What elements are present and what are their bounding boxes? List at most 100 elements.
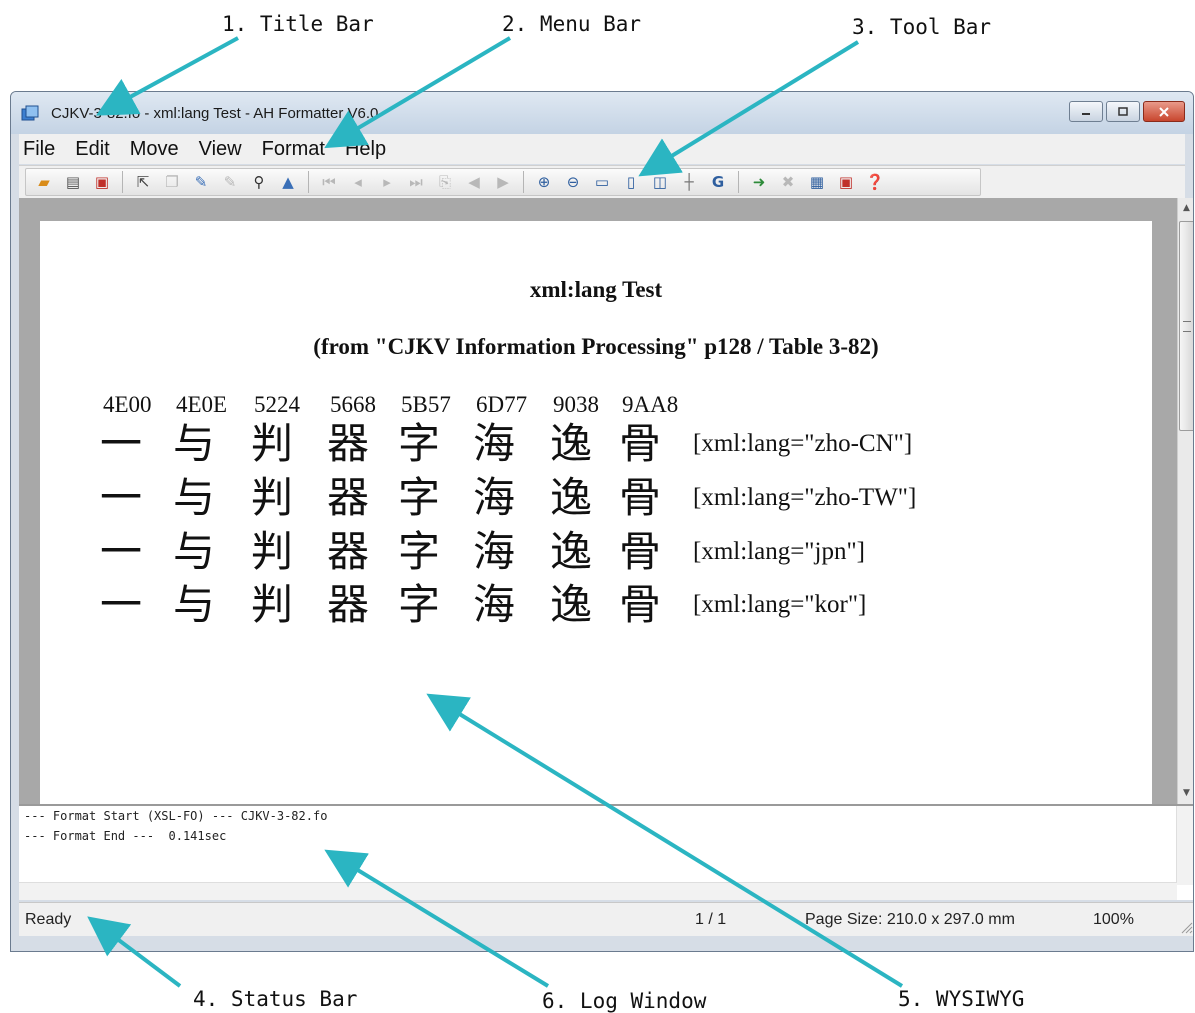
maximize-icon [1118,106,1128,116]
document-subtitle: (from "CJKV Information Processing" p128… [313,334,879,359]
menu-view[interactable]: View [199,138,242,161]
xml-lang-label: [xml:lang="zho-CN"] [693,430,913,457]
cjk-glyph: 字 [397,530,440,576]
title-bar[interactable]: CJKV-3-82.fo - xml:lang Test - AH Format… [11,92,1193,134]
zoom-level: 100% [1093,911,1134,928]
menu-help[interactable]: Help [345,138,386,161]
goto-page-icon[interactable]: ⎘ [435,172,455,192]
cjk-glyph: 判 [250,530,293,576]
document-title: xml:lang Test [529,277,663,302]
cjk-glyph: 判 [250,583,293,629]
cjk-glyph: 器 [326,583,369,629]
callout-status-bar: 4. Status Bar [193,987,358,1011]
cjk-glyph: 与 [172,583,215,629]
menu-file[interactable]: File [23,138,55,161]
cjk-glyph: 器 [326,422,369,468]
two-page-icon[interactable]: ◫ [650,172,670,192]
page-size: Page Size: 210.0 x 297.0 mm [805,911,1015,928]
cjk-glyph: 骨 [618,422,661,468]
maximize-button[interactable] [1106,101,1140,122]
cjk-glyph: 一 [99,583,142,629]
scroll-thumb[interactable] [1179,221,1193,431]
cjk-glyph: 一 [99,422,142,468]
code-point-label: 9AA8 [622,392,679,417]
cjk-glyph: 与 [172,530,215,576]
next-page-icon[interactable]: ▸ [377,172,397,192]
cjk-glyph: 字 [397,476,440,522]
select-icon[interactable]: ⇱ [133,172,153,192]
first-page-icon[interactable]: ⏮ [319,172,339,192]
minimize-button[interactable] [1069,101,1103,122]
log-window[interactable]: --- Format Start (XSL-FO) --- CJKV-3-82.… [19,804,1193,900]
cjk-glyph: 海 [472,530,515,576]
fit-page-icon[interactable]: ▯ [621,172,641,192]
pdf-icon[interactable]: ▣ [92,172,112,192]
forward-icon[interactable]: ▶ [493,172,513,192]
menu-move[interactable]: Move [130,138,179,161]
cjk-glyph: 逸 [549,476,592,522]
log-line: --- Format Start (XSL-FO) --- CJKV-3-82.… [24,809,328,823]
minimize-icon [1082,112,1090,115]
chart-icon[interactable]: ▲ [278,172,298,192]
code-point-label: 4E0E [176,392,228,417]
cjk-glyph: 字 [397,583,440,629]
status-bar: Ready 1 / 1 Page Size: 210.0 x 297.0 mm … [19,902,1193,936]
back-icon[interactable]: ◀ [464,172,484,192]
cjk-glyph: 一 [99,530,142,576]
menu-format[interactable]: Format [262,138,325,161]
open-icon[interactable]: ▰ [34,172,54,192]
scroll-down-icon[interactable]: ▼ [1178,785,1193,802]
grid-icon[interactable]: G [708,172,728,192]
code-point-label: 9038 [553,392,599,417]
log-vertical-scrollbar[interactable] [1176,806,1193,885]
last-page-icon[interactable]: ⏭ [406,172,426,192]
code-point-label: 6D77 [476,392,528,417]
zoom-out-icon[interactable]: ⊖ [563,172,583,192]
cjk-glyph: 逸 [549,530,592,576]
scroll-up-icon[interactable]: ▲ [1178,200,1193,217]
fit-width-icon[interactable]: ▭ [592,172,612,192]
help-icon[interactable]: ❓ [865,172,885,192]
callout-log-window: 6. Log Window [542,989,707,1013]
export-pdf-icon[interactable]: ▣ [836,172,856,192]
crosshair-icon[interactable]: ┼ [679,172,699,192]
xml-lang-label: [xml:lang="zho-TW"] [693,484,917,511]
callout-wysiwyg: 5. WYSIWYG [898,987,1025,1011]
log-horizontal-scrollbar[interactable] [19,882,1177,900]
cjk-glyph: 判 [250,476,293,522]
cjk-glyph: 海 [472,422,515,468]
xml-lang-label: [xml:lang="kor"] [693,591,867,618]
callout-menu-bar: 2. Menu Bar [502,12,642,36]
status-text: Ready [25,911,72,928]
cjk-glyph: 与 [172,476,215,522]
resize-grip-icon[interactable] [1179,920,1193,934]
cjk-glyph: 器 [326,530,369,576]
vertical-scrollbar[interactable]: ▲ ▼ [1177,198,1193,804]
code-point-label: 5B57 [401,392,451,417]
zoom-in-icon[interactable]: ⊕ [534,172,554,192]
stop-icon[interactable]: ✖ [778,172,798,192]
print-icon[interactable]: ▤ [63,172,83,192]
edit-icon[interactable]: ✎ [191,172,211,192]
cjk-glyph: 一 [99,476,142,522]
edit2-icon[interactable]: ✎ [220,172,240,192]
option-icon[interactable]: ▦ [807,172,827,192]
find-icon[interactable]: ⚲ [249,172,269,192]
tool-bar: ▰ ▤ ▣ ⇱ ❐ ✎ ✎ ⚲ ▲ ⏮ ◂ ▸ ⏭ ⎘ ◀ ▶ ⊕ ⊖ ▭ ▯ … [19,165,1185,199]
cjk-glyph: 逸 [549,583,592,629]
wysiwyg-view[interactable]: xml:lang Test (from "CJKV Information Pr… [19,198,1177,804]
prev-page-icon[interactable]: ◂ [348,172,368,192]
close-icon [1159,106,1169,117]
cjk-glyph: 逸 [549,422,592,468]
cjk-glyph: 判 [250,422,293,468]
cjk-glyph: 海 [472,583,515,629]
format-icon[interactable]: ➜ [749,172,769,192]
app-icon [21,105,39,121]
copy-icon[interactable]: ❐ [162,172,182,192]
document-page: xml:lang Test (from "CJKV Information Pr… [40,221,1152,804]
code-point-label: 5668 [330,392,376,417]
cjk-glyph: 字 [397,422,440,468]
menu-bar: File Edit Move View Format Help [19,134,1185,164]
menu-edit[interactable]: Edit [75,138,109,161]
close-button[interactable] [1143,101,1185,122]
